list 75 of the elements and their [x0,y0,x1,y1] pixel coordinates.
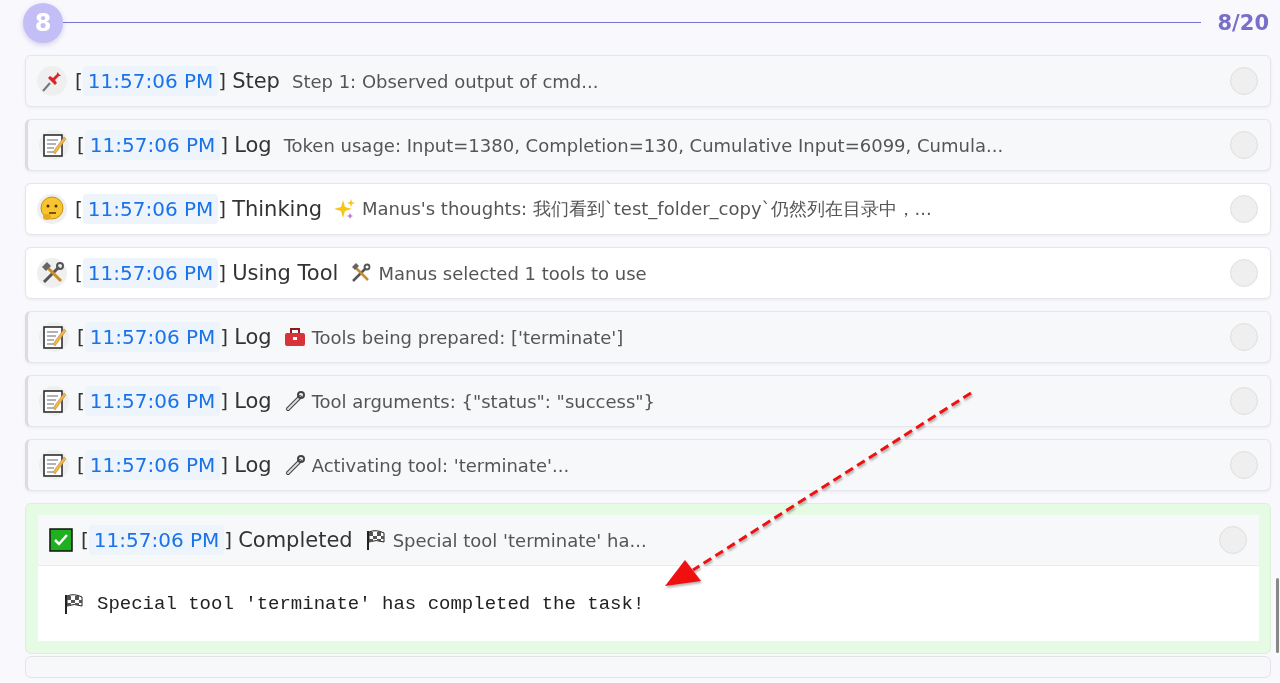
bracket: ] [220,389,229,413]
log-entry-card[interactable]: [ 11:57:06 PM ] Step Step 1: Observed output of cmd... [25,55,1271,107]
entry-type-label: Log [234,453,272,477]
bracket: ] [218,197,227,221]
checkmark-icon [49,528,73,552]
entry-type-label: Log [234,133,272,157]
step-number-badge: 8 [23,2,63,43]
log-entry-card[interactable]: [ 11:57:06 PM ] Log Token usage: Input=1380, Completion=130, Cumulative Input=6099, Cumula... [25,119,1271,171]
status-circle[interactable] [1219,526,1247,554]
bracket: [ [77,453,85,477]
entry-type-label: Completed [238,528,353,552]
entry-message: Token usage: Input=1380, Completion=130, Cumulative Input=6099, Cumula... [283,134,1005,156]
bracket: [ [81,528,89,552]
status-circle[interactable] [1230,195,1258,223]
bracket: ] [220,453,229,477]
bracket: [ [77,325,85,349]
log-entry-card[interactable]: [ 11:57:06 PM ] Log Activating tool: 'terminate'... [25,439,1271,491]
timestamp: 11:57:06 PM [84,450,221,480]
log-entry-card[interactable]: [ 11:57:06 PM ] Log Tool arguments: {"status": "success"} [25,375,1271,427]
bracket: ] [220,325,229,349]
checkered-flag-icon [364,529,387,551]
entry-message: Activating tool: 'terminate'... [311,454,571,476]
status-circle[interactable] [1230,259,1258,287]
scrollbar-thumb[interactable] [1276,578,1279,653]
log-entry-card[interactable]: [ 11:57:06 PM ] Thinking Manus's thoughts: 我们看到`test_folder_copy`仍然列在目录中，... [25,183,1271,235]
log-entry-card[interactable]: [ 11:57:06 PM ] Using Tool Manus selected 1 tools to use [25,247,1271,299]
entry-type-label: Step [232,69,280,93]
progress-counter: 8/20 [1217,10,1269,35]
bracket: ] [224,528,233,552]
pushpin-icon [37,66,67,96]
entry-message: Step 1: Observed output of cmd... [291,70,600,92]
status-circle[interactable] [1230,387,1258,415]
checkered-flag-icon [63,592,85,615]
memo-icon [39,322,69,352]
entry-message: Special tool 'terminate' ha... [392,529,648,551]
memo-icon [39,386,69,416]
wrench-icon [283,454,306,476]
timestamp: 11:57:06 PM [84,386,221,416]
status-circle[interactable] [1230,67,1258,95]
entry-message: Manus selected 1 tools to use [378,262,648,284]
bracket: [ [75,261,83,285]
timestamp: 11:57:06 PM [84,322,221,352]
bracket: ] [218,261,227,285]
memo-icon [39,130,69,160]
sparkles-icon [334,198,357,220]
wrench-icon [283,390,306,412]
status-circle[interactable] [1230,131,1258,159]
hammer-and-wrench-icon [37,258,67,288]
bracket: [ [77,133,85,157]
timestamp: 11:57:06 PM [84,130,221,160]
memo-icon [39,450,69,480]
thinking-face-icon [37,194,67,224]
toolbox-icon [283,327,306,347]
bracket: [ [75,197,83,221]
entry-message: Manus's thoughts: 我们看到`test_folder_copy`仍然列在目录中，... [362,197,933,221]
timestamp: 11:57:06 PM [82,194,219,224]
bracket: [ [75,69,83,93]
entry-detail-text: Special tool 'terminate' has completed the task! [97,592,645,615]
log-entry-card[interactable]: [ 11:57:06 PM ] Completed Special tool 'terminate' ha... Special tool 'terminate' has completed the task! [38,515,1259,641]
entry-type-label: Log [234,389,272,413]
entry-message: Tool arguments: {"status": "success"} [311,390,657,412]
entry-type-label: Using Tool [232,261,339,285]
status-circle[interactable] [1230,323,1258,351]
bracket: ] [218,69,227,93]
timestamp: 11:57:06 PM [82,66,219,96]
hammer-and-wrench-icon [350,262,373,284]
bracket: ] [220,133,229,157]
entry-type-label: Log [234,325,272,349]
entry-message: Tools being prepared: ['terminate'] [311,326,625,348]
bracket: [ [77,389,85,413]
log-entry-card[interactable]: [ 11:57:06 PM ] Log Tools being prepared: ['terminate'] [25,311,1271,363]
timestamp: 11:57:06 PM [82,258,219,288]
timestamp: 11:57:06 PM [88,525,225,555]
entry-type-label: Thinking [232,197,323,221]
status-circle[interactable] [1230,451,1258,479]
